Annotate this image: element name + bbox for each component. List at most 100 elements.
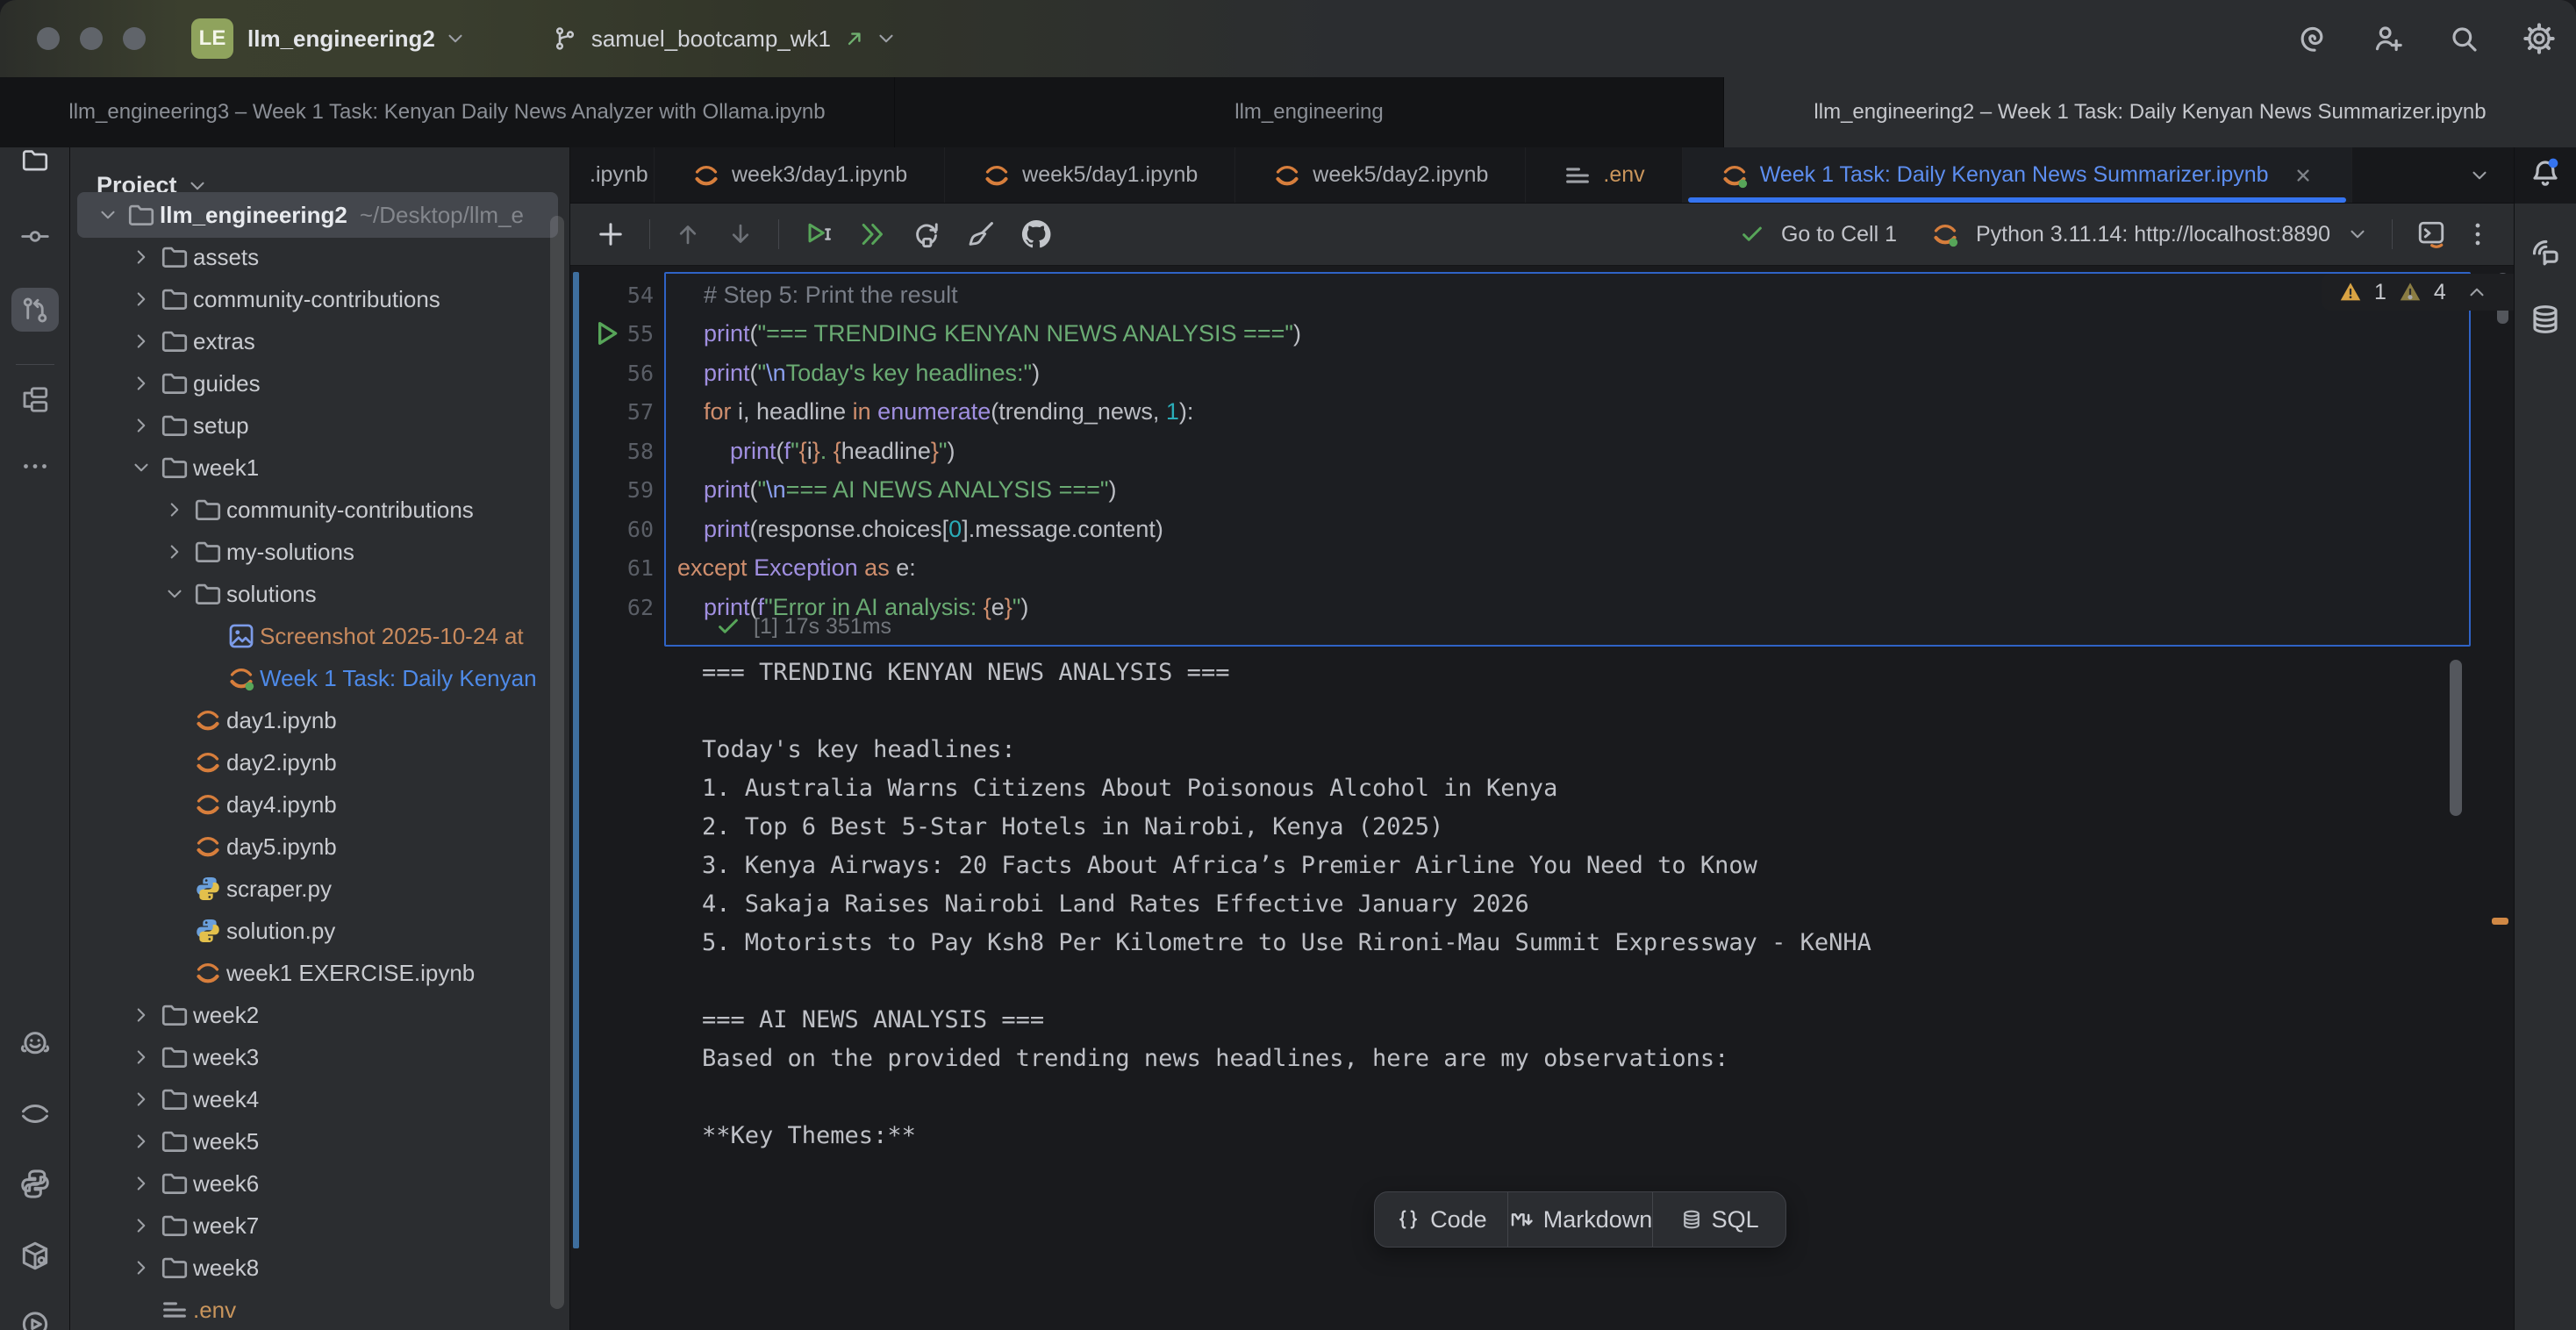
editor-tab[interactable]: .env	[1526, 147, 1682, 203]
tree-row[interactable]: extras	[70, 320, 570, 362]
chevron-down-icon[interactable]	[126, 456, 156, 479]
more-tools-button-icon[interactable]	[19, 451, 51, 487]
move-cell-up-button[interactable]	[673, 219, 703, 249]
chevron-right-icon[interactable]	[126, 1046, 156, 1069]
tree-row[interactable]: day1.ipynb	[70, 699, 570, 741]
code-line[interactable]: 54 # Step 5: Print the result	[570, 275, 2400, 315]
jupyter-console-icon[interactable]	[2415, 218, 2447, 250]
window-tab[interactable]: llm_engineering2 – Week 1 Task: Daily Ke…	[1724, 77, 2576, 147]
tree-row[interactable]: guides	[70, 362, 570, 404]
output-scrollbar[interactable]	[2450, 660, 2462, 816]
structure-tool-button-icon[interactable]	[19, 384, 51, 420]
clear-outputs-button[interactable]	[965, 218, 997, 250]
kebab-menu-icon[interactable]	[2463, 219, 2493, 249]
restart-kernel-button[interactable]	[911, 218, 942, 250]
inspections-widget[interactable]: 1 4	[2322, 274, 2514, 311]
editor-tab[interactable]: week5/day1.ipynb	[945, 147, 1235, 203]
run-cell-button[interactable]	[802, 218, 834, 250]
tree-row[interactable]: day2.ipynb	[70, 741, 570, 783]
add-code-cell-button[interactable]: Code	[1375, 1192, 1507, 1247]
run-line-gutter-icon[interactable]	[590, 316, 625, 351]
notifications-bell-icon[interactable]	[2528, 156, 2563, 196]
code-line[interactable]: 57 for i, headline in enumerate(trending…	[570, 393, 2400, 433]
tree-row[interactable]: week5	[70, 1120, 570, 1162]
code-line[interactable]: 60 print(response.choices[0].message.con…	[570, 510, 2400, 549]
editor-tab[interactable]: week5/day2.ipynb	[1235, 147, 1526, 203]
chevron-right-icon[interactable]	[126, 1004, 156, 1026]
prev-problem-chevron-icon[interactable]	[2465, 281, 2488, 304]
python-console-tool-button-icon[interactable]	[18, 1168, 52, 1205]
code-line[interactable]: 55 print("=== TRENDING KENYAN NEWS ANALY…	[570, 315, 2400, 354]
next-problem-chevron-icon[interactable]	[2511, 281, 2514, 304]
commit-tool-button-icon[interactable]	[19, 221, 51, 257]
code-with-me-icon[interactable]	[2371, 21, 2406, 56]
tree-row[interactable]: Screenshot 2025-10-24 at	[70, 615, 570, 657]
github-icon[interactable]	[1020, 218, 1053, 251]
window-tab[interactable]: llm_engineering	[895, 77, 1724, 147]
add-cell-button[interactable]	[595, 218, 626, 250]
close-icon[interactable]	[2292, 164, 2315, 187]
tree-row[interactable]: my-solutions	[70, 531, 570, 573]
chevron-right-icon[interactable]	[126, 1214, 156, 1237]
tree-row[interactable]: week4	[70, 1078, 570, 1120]
chevron-right-icon[interactable]	[160, 540, 190, 563]
tab-list-chevron-icon[interactable]	[2468, 164, 2491, 187]
tree-row[interactable]: week1	[70, 447, 570, 489]
chevron-down-icon[interactable]	[160, 583, 190, 605]
tree-row[interactable]: scraper.py	[70, 868, 570, 910]
database-icon[interactable]	[2528, 302, 2563, 341]
chevron-right-icon[interactable]	[160, 498, 190, 521]
tree-row[interactable]: community-contributions	[70, 278, 570, 320]
ai-chat-icon[interactable]	[2528, 235, 2563, 275]
editor-tab[interactable]: .ipynb	[570, 147, 655, 203]
window-tab[interactable]: llm_engineering3 – Week 1 Task: Kenyan D…	[0, 77, 895, 147]
tree-row[interactable]: week7	[70, 1205, 570, 1247]
run-tool-button-icon[interactable]	[18, 1308, 52, 1330]
window-controls[interactable]	[37, 27, 146, 50]
tree-row[interactable]: assets	[70, 236, 570, 278]
tree-row[interactable]: solution.py	[70, 910, 570, 952]
tree-row[interactable]: .env	[70, 1289, 570, 1330]
chevron-right-icon[interactable]	[126, 1172, 156, 1195]
tree-row[interactable]: solutions	[70, 573, 570, 615]
tree-root-row[interactable]: llm_engineering2~/Desktop/llm_e	[70, 194, 570, 236]
branch-widget[interactable]: samuel_bootcamp_wk1	[551, 25, 898, 53]
close-window-button[interactable]	[37, 27, 60, 50]
jupyter-tool-button-icon[interactable]	[18, 1098, 52, 1135]
code-line[interactable]: 61except Exception as e:	[570, 549, 2400, 589]
editor-tab[interactable]: week3/day1.ipynb	[655, 147, 945, 203]
editor-tab[interactable]: Week 1 Task: Daily Kenyan News Summarize…	[1683, 147, 2352, 203]
move-cell-down-button[interactable]	[726, 219, 755, 249]
chevron-down-icon[interactable]	[93, 204, 123, 226]
git-tool-button-icon[interactable]	[19, 295, 51, 331]
minimize-window-button[interactable]	[80, 27, 103, 50]
search-everywhere-icon[interactable]	[2446, 21, 2481, 56]
notebook-editor[interactable]: 54 # Step 5: Print the result55 print("=…	[570, 266, 2514, 1330]
huggingface-tool-button-icon[interactable]	[18, 1027, 52, 1065]
run-all-cells-button[interactable]	[856, 218, 888, 250]
chevron-right-icon[interactable]	[126, 372, 156, 395]
add-sql-cell-button[interactable]: SQL	[1652, 1192, 1785, 1247]
python-packages-tool-button-icon[interactable]	[18, 1240, 52, 1277]
code-line[interactable]: 56 print("\nToday's key headlines:")	[570, 354, 2400, 393]
tree-row[interactable]: week6	[70, 1162, 570, 1205]
code-line[interactable]: 59 print("\n=== AI NEWS ANALYSIS ===")	[570, 471, 2400, 511]
settings-gear-icon[interactable]	[2522, 21, 2557, 56]
tree-row[interactable]: week8	[70, 1247, 570, 1289]
add-markdown-cell-button[interactable]: Markdown	[1507, 1192, 1653, 1247]
chevron-right-icon[interactable]	[126, 246, 156, 268]
zoom-window-button[interactable]	[123, 27, 146, 50]
tree-row[interactable]: Week 1 Task: Daily Kenyan	[70, 657, 570, 699]
chevron-right-icon[interactable]	[126, 1088, 156, 1111]
project-switcher[interactable]: llm_engineering2	[247, 25, 435, 53]
tree-row[interactable]: week1 EXERCISE.ipynb	[70, 952, 570, 994]
tree-row[interactable]: setup	[70, 404, 570, 447]
tree-row[interactable]: day5.ipynb	[70, 826, 570, 868]
tree-row[interactable]: community-contributions	[70, 489, 570, 531]
chevron-right-icon[interactable]	[126, 288, 156, 311]
tree-row[interactable]: week3	[70, 1036, 570, 1078]
go-to-cell-button[interactable]: Go to Cell 1	[1781, 222, 1897, 247]
chevron-right-icon[interactable]	[126, 1256, 156, 1279]
project-tool-button-icon[interactable]	[20, 146, 50, 180]
project-scrollbar[interactable]	[550, 216, 564, 1309]
